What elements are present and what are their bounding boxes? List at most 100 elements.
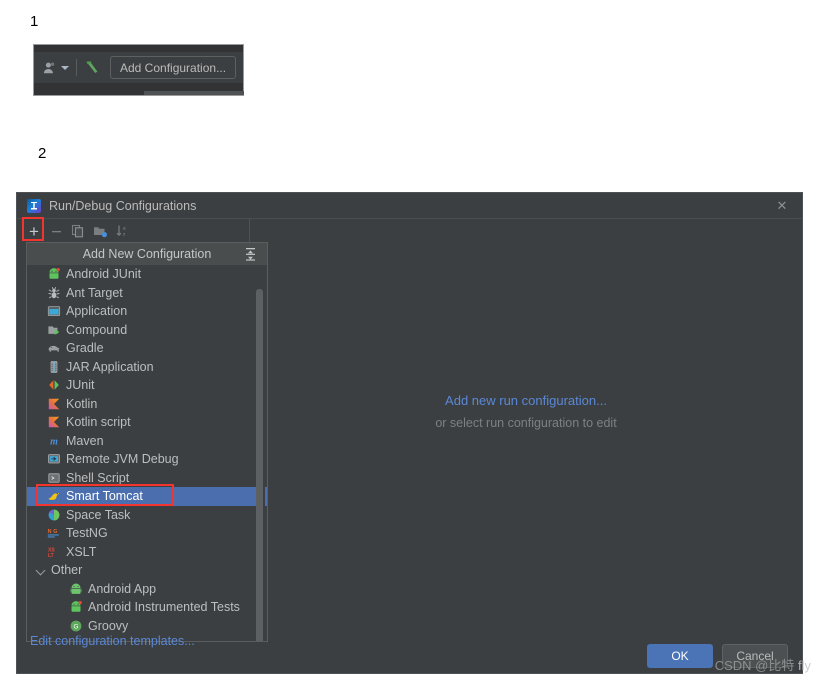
configuration-type-item[interactable]: Android Instrumented Tests [27, 598, 267, 617]
configuration-type-label: Android Instrumented Tests [88, 600, 240, 615]
expand-collapse-icon[interactable] [244, 247, 257, 261]
popup-header: Add New Configuration [27, 243, 267, 265]
configuration-type-label: Android JUnit [66, 267, 142, 282]
step-number-2: 2 [38, 145, 47, 162]
groovy-icon: G [69, 619, 83, 633]
intellij-idea-logo-icon [27, 198, 41, 213]
expand-collapse-glyph [246, 248, 255, 261]
configuration-type-item[interactable]: Ant Target [27, 284, 267, 303]
chevron-down-icon[interactable] [35, 564, 47, 576]
empty-state-message: Add new run configuration... or select r… [250, 219, 802, 637]
configuration-type-label: Android App [88, 581, 157, 596]
configuration-type-label: XSLT [66, 544, 97, 559]
svg-text:LT: LT [48, 553, 54, 559]
copy-icon [71, 224, 84, 238]
dialog-title: Run/Debug Configurations [49, 198, 197, 213]
popup-scrollbar-track[interactable] [256, 265, 265, 641]
configuration-type-item[interactable]: Remote JVM Debug [27, 450, 267, 469]
testng-icon: NG [47, 526, 61, 540]
sort-alphabetically-icon: a z [116, 225, 126, 237]
configuration-type-item[interactable]: Compound [27, 321, 267, 340]
configuration-type-label: Application [66, 304, 128, 319]
configuration-type-item[interactable]: N G TestNG [27, 524, 267, 543]
svg-text:G: G [74, 623, 79, 630]
android-junit-icon [69, 600, 83, 614]
empty-state-hint: or select run configuration to edit [435, 415, 617, 430]
android-icon [69, 582, 83, 596]
kotlin-icon [47, 415, 61, 429]
user-glyph [43, 62, 55, 73]
configuration-type-label: Kotlin [66, 396, 98, 411]
add-new-configuration-popup: Add New Configuration Android JUnit Ant T… [26, 242, 268, 642]
add-configuration-button[interactable]: Add Configuration... [110, 56, 237, 79]
svg-text:z: z [123, 232, 126, 237]
folder-save-icon [93, 227, 107, 238]
configuration-type-item[interactable]: Other [27, 561, 267, 580]
screenshot-root: 1 2 Add Configuration... Run/Debug Confi… [0, 0, 819, 684]
configuration-type-label: Ant Target [66, 285, 123, 300]
configuration-type-label: JAR Application [66, 359, 154, 374]
close-icon[interactable]: ✕ [774, 198, 790, 214]
configuration-type-label: Remote JVM Debug [66, 452, 179, 467]
compound-icon [47, 323, 61, 337]
add-configuration-button[interactable]: + [23, 221, 45, 241]
configuration-type-item[interactable]: Smart Tomcat [27, 487, 267, 506]
toolbar-divider [76, 59, 77, 76]
user-dropdown-icon[interactable] [43, 57, 69, 79]
configuration-type-item[interactable]: Kotlin script [27, 413, 267, 432]
configuration-type-label: JUnit [66, 378, 95, 393]
configuration-type-item[interactable]: Application [27, 302, 267, 321]
tomcat-icon [47, 489, 61, 503]
configuration-type-label: Groovy [88, 618, 129, 633]
xslt-icon: XS LT [47, 545, 61, 559]
configuration-type-item[interactable]: JUnit [27, 376, 267, 395]
junit-icon [47, 378, 61, 392]
space-task-icon [47, 508, 61, 522]
configuration-type-item[interactable]: Kotlin [27, 395, 267, 414]
step-number-1: 1 [30, 13, 39, 30]
add-new-run-configuration-link[interactable]: Add new run configuration... [445, 393, 607, 408]
configuration-type-list[interactable]: Android JUnit Ant Target Application Compou… [27, 265, 267, 641]
ok-button[interactable]: OK [647, 644, 713, 668]
svg-text:N: N [48, 529, 52, 535]
configuration-type-label: Shell Script [66, 470, 130, 485]
toolbar-bottom-tab [144, 91, 244, 95]
configuration-type-label: TestNG [66, 526, 108, 541]
configuration-type-item[interactable]: XS LT XSLT [27, 543, 267, 562]
toolbar-row: Add Configuration... [34, 52, 243, 83]
watermark-suffix: fly [794, 658, 811, 673]
chevron-down-icon [61, 65, 69, 70]
configuration-type-item[interactable]: Android JUnit [27, 265, 267, 284]
popup-scrollbar-thumb[interactable] [256, 289, 263, 641]
remote-debug-icon [47, 452, 61, 466]
hammer-glyph [86, 61, 98, 73]
svg-text:m: m [50, 436, 58, 447]
configuration-type-item[interactable]: m Maven [27, 432, 267, 451]
configuration-type-item[interactable]: Android App [27, 580, 267, 599]
dialog-titlebar: Run/Debug Configurations ✕ [17, 193, 802, 219]
toolbar-top-edge [34, 45, 243, 52]
configuration-type-label: Gradle [66, 341, 104, 356]
copy-configuration-button[interactable] [67, 221, 89, 241]
edit-configuration-templates-link[interactable]: Edit configuration templates... [30, 634, 195, 648]
watermark: CSDN @比特 fly [715, 655, 811, 674]
gradle-elephant-icon [47, 341, 61, 355]
configuration-type-label: Maven [66, 433, 104, 448]
configuration-type-item[interactable]: Space Task [27, 506, 267, 525]
configuration-type-item[interactable]: JAR Application [27, 358, 267, 377]
configuration-type-item[interactable]: Shell Script [27, 469, 267, 488]
minus-icon [51, 230, 61, 232]
jar-icon [47, 360, 61, 374]
sort-configurations-button[interactable]: a z [111, 221, 133, 241]
application-window-icon [47, 304, 61, 318]
configuration-type-item[interactable]: Gradle [27, 339, 267, 358]
configuration-type-item[interactable]: G Groovy [27, 617, 267, 636]
remove-configuration-button[interactable] [45, 221, 67, 241]
svg-text:G: G [53, 529, 57, 535]
kotlin-icon [47, 397, 61, 411]
save-configuration-button[interactable] [89, 221, 111, 241]
hammer-icon[interactable] [84, 57, 101, 79]
configuration-type-label: Compound [66, 322, 128, 337]
configuration-type-label: Kotlin script [66, 415, 131, 430]
ide-toolbar-strip: Add Configuration... [33, 44, 244, 96]
